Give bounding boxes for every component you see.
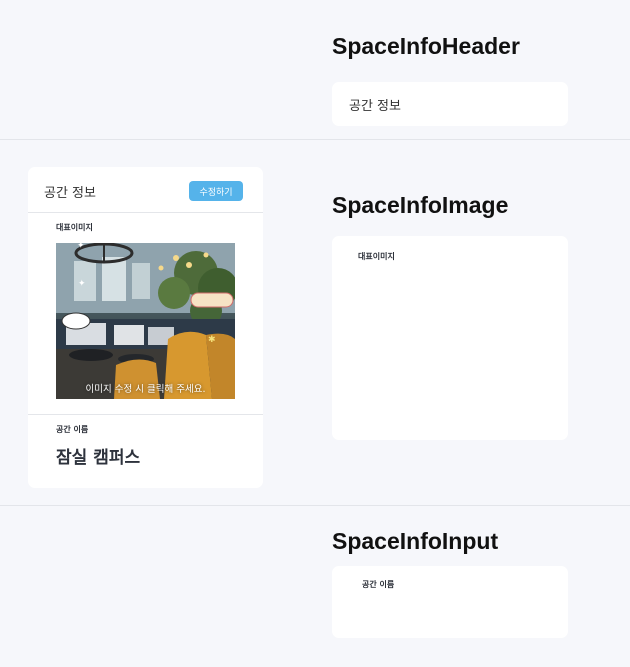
svg-text:✦: ✦	[77, 243, 85, 251]
preview-name-label: 공간 이름	[56, 425, 89, 434]
section-title-space-info-input: SpaceInfoInput	[332, 528, 499, 554]
svg-text:✦: ✦	[78, 279, 86, 289]
image-edit-hint: 이미지 수정 시 클릭해 주세요.	[85, 384, 206, 395]
space-info-input-card: 공간 이름	[332, 566, 568, 638]
svg-text:✱: ✱	[208, 335, 216, 345]
space-info-header-card: 공간 정보	[332, 82, 568, 126]
section-divider	[0, 505, 630, 506]
preview-divider	[28, 414, 263, 415]
edit-button[interactable]: 수정하기	[189, 181, 243, 201]
section-divider	[0, 139, 630, 140]
preview-image-label: 대표이미지	[56, 223, 93, 232]
space-info-image-card[interactable]: 대표이미지	[332, 236, 568, 440]
preview-title: 공간 정보	[44, 186, 96, 201]
image-label: 대표이미지	[358, 252, 395, 261]
preview-divider	[28, 212, 263, 213]
representative-image[interactable]: ✦ ✦ ✱ 이미지 수정 시 클릭해 주세요.	[56, 243, 235, 399]
section-title-space-info-image: SpaceInfoImage	[332, 192, 509, 218]
section-title-space-info-header: SpaceInfoHeader	[332, 33, 520, 59]
space-info-header-label: 공간 정보	[349, 99, 401, 114]
space-info-preview-card: 공간 정보 수정하기 대표이미지 ✦ ✦ ✱ 이미지 수정 시 클릭해 주세요.…	[28, 167, 263, 488]
cafe-interior-illustration: ✦ ✦ ✱	[56, 243, 235, 399]
space-name-value: 잠실 캠퍼스	[56, 448, 141, 468]
space-name-label: 공간 이름	[362, 580, 395, 589]
